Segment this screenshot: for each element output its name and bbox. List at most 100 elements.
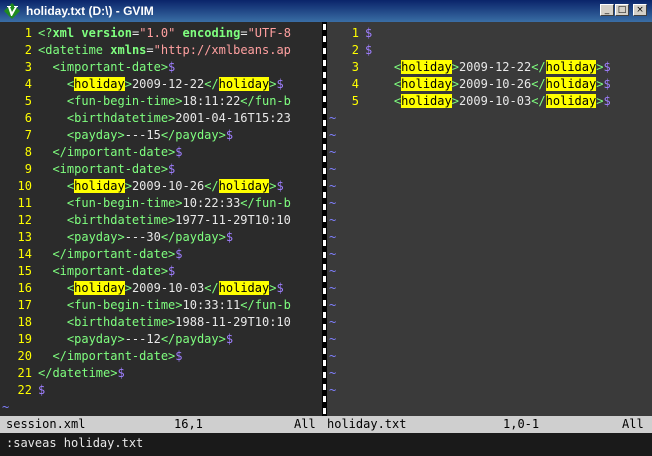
code-token: $ bbox=[168, 162, 176, 176]
code-token: 2009-10-26 bbox=[131, 179, 205, 193]
left-code-line[interactable]: 8 </important-date>$ bbox=[0, 144, 322, 161]
empty-line-marker: ~ bbox=[329, 332, 337, 346]
search-highlight: holiday bbox=[74, 77, 125, 91]
line-number: 18 bbox=[17, 315, 32, 329]
title-bar[interactable]: holiday.txt (D:\) - GVIM _ □ × bbox=[0, 0, 652, 22]
close-button[interactable]: × bbox=[633, 4, 647, 16]
left-code-line[interactable]: 2 <datetime xmlns="http://xmlbeans.ap bbox=[0, 42, 322, 59]
code-token: <important-date> bbox=[52, 264, 169, 278]
empty-line-marker: ~ bbox=[329, 383, 337, 397]
code-token: </payday> bbox=[160, 230, 226, 244]
right-code-line[interactable]: 5 <holiday>2009-10-03</holiday>$ bbox=[327, 93, 652, 110]
code-token: <important-date> bbox=[52, 162, 169, 176]
code-token: </important-date> bbox=[52, 247, 176, 261]
code-token: 10:33:11 bbox=[182, 298, 241, 312]
line-number: 3 bbox=[24, 60, 32, 74]
right-code-line[interactable]: 1 $ bbox=[327, 25, 652, 42]
line-number: 9 bbox=[24, 162, 32, 176]
code-token: > bbox=[451, 60, 459, 74]
code-token: $ bbox=[603, 60, 611, 74]
code-token: <fun-begin-time> bbox=[66, 94, 183, 108]
code-token: $ bbox=[38, 383, 46, 397]
right-editor-pane[interactable]: 1 $2 $3 <holiday>2009-12-22</holiday>$ 4 <h… bbox=[327, 22, 652, 416]
right-code-line[interactable]: 3 <holiday>2009-12-22</holiday>$ bbox=[327, 59, 652, 76]
left-code-line[interactable]: 19 <payday>---12</payday>$ bbox=[0, 331, 322, 348]
line-number: 19 bbox=[17, 332, 32, 346]
line-number: 14 bbox=[17, 247, 32, 261]
empty-line-marker: ~ bbox=[329, 315, 337, 329]
code-token: 2001-04-16T15:23 bbox=[175, 111, 291, 125]
left-code-line[interactable]: 17 <fun-begin-time>10:33:11</fun-b bbox=[0, 297, 322, 314]
code-token: $ bbox=[276, 281, 284, 295]
left-code-line[interactable]: 13 <payday>---30</payday>$ bbox=[0, 229, 322, 246]
code-token: <birthdatetime> bbox=[66, 213, 176, 227]
command-line[interactable]: :saveas holiday.txt bbox=[0, 433, 652, 456]
left-editor-pane[interactable]: 1 <?xml version="1.0" encoding="UTF-8 2 <da… bbox=[0, 22, 322, 416]
code-token: ---30 bbox=[124, 230, 161, 244]
code-token: $ bbox=[168, 264, 176, 278]
search-highlight: holiday bbox=[74, 281, 125, 295]
code-token: > bbox=[451, 77, 459, 91]
left-code-line[interactable]: 5 <fun-begin-time>18:11:22</fun-b bbox=[0, 93, 322, 110]
left-code-line[interactable]: 16 <holiday>2009-10-03</holiday>$ bbox=[0, 280, 322, 297]
left-code-line[interactable]: 12 <birthdatetime>1977-11-29T10:10 bbox=[0, 212, 322, 229]
code-token: datetime bbox=[45, 43, 104, 57]
left-code-line[interactable]: 20 </important-date>$ bbox=[0, 348, 322, 365]
left-code-line[interactable]: 3 <important-date>$ bbox=[0, 59, 322, 76]
left-code-line[interactable]: 1 <?xml version="1.0" encoding="UTF-8 bbox=[0, 25, 322, 42]
right-code-line[interactable]: 2 $ bbox=[327, 42, 652, 59]
left-code-line[interactable]: 18 <birthdatetime>1988-11-29T10:10 bbox=[0, 314, 322, 331]
empty-line-marker: ~ bbox=[329, 145, 337, 159]
code-token: 2009-10-03 bbox=[458, 94, 532, 108]
code-token: 1988-11-29T10:10 bbox=[175, 315, 291, 329]
right-code-line[interactable]: 4 <holiday>2009-10-26</holiday>$ bbox=[327, 76, 652, 93]
left-code-line[interactable]: 9 <important-date>$ bbox=[0, 161, 322, 178]
code-token: </payday> bbox=[160, 128, 226, 142]
editor-area: 1 <?xml version="1.0" encoding="UTF-8 2 <da… bbox=[0, 22, 652, 416]
code-token: <birthdatetime> bbox=[66, 315, 176, 329]
code-token: 1977-11-29T10:10 bbox=[175, 213, 291, 227]
left-code-line[interactable]: 7 <payday>---15</payday>$ bbox=[0, 127, 322, 144]
empty-line-marker: ~ bbox=[329, 196, 337, 210]
left-code-line[interactable]: 14 </important-date>$ bbox=[0, 246, 322, 263]
empty-line-marker: ~ bbox=[329, 111, 337, 125]
left-code-line[interactable]: 4 <holiday>2009-12-22</holiday>$ bbox=[0, 76, 322, 93]
line-number: 8 bbox=[24, 145, 32, 159]
left-status-filename: session.xml bbox=[6, 417, 86, 431]
line-number: 2 bbox=[351, 43, 359, 57]
code-token: encoding bbox=[182, 26, 241, 40]
left-code-line[interactable]: 6 <birthdatetime>2001-04-16T15:23 bbox=[0, 110, 322, 127]
code-token: > bbox=[124, 77, 132, 91]
empty-line-marker: ~ bbox=[2, 400, 10, 414]
left-code-line[interactable]: 15 <important-date>$ bbox=[0, 263, 322, 280]
empty-line-marker: ~ bbox=[329, 281, 337, 295]
left-code-line[interactable]: 10 <holiday>2009-10-26</holiday>$ bbox=[0, 178, 322, 195]
line-number: 21 bbox=[17, 366, 32, 380]
line-number: 4 bbox=[351, 77, 359, 91]
line-number: 20 bbox=[17, 349, 32, 363]
left-code-line[interactable]: 22 $ bbox=[0, 382, 322, 399]
code-token: </ bbox=[531, 94, 546, 108]
code-token: </ bbox=[204, 179, 219, 193]
maximize-button[interactable]: □ bbox=[615, 4, 629, 16]
left-code-line[interactable]: 21 </datetime>$ bbox=[0, 365, 322, 382]
code-token: </important-date> bbox=[52, 145, 176, 159]
minimize-button[interactable]: _ bbox=[600, 4, 614, 16]
left-code-line[interactable]: 11 <fun-begin-time>10:22:33</fun-b bbox=[0, 195, 322, 212]
code-token: </fun-b bbox=[240, 298, 291, 312]
line-number: 5 bbox=[351, 94, 359, 108]
code-token: <birthdatetime> bbox=[66, 111, 176, 125]
vim-icon bbox=[4, 3, 20, 19]
empty-line-marker: ~ bbox=[329, 349, 337, 363]
right-status-scroll: All bbox=[622, 417, 644, 431]
